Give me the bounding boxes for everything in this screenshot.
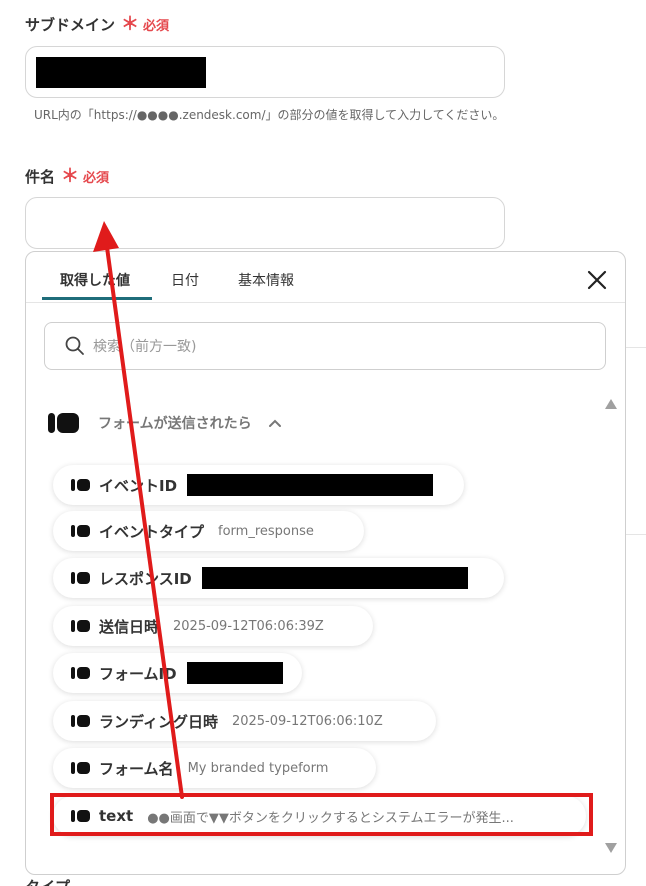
typeform-icon [71,715,90,727]
background-divider [626,534,646,535]
next-field-label: タイプ [25,876,70,886]
value-item-name: フォームID [99,664,177,683]
value-item-name: イベントタイプ [99,522,205,541]
value-item-name: 送信日時 [99,617,160,636]
value-item-event-type[interactable]: イベントタイプ form_response [53,511,364,551]
typeform-icon [71,572,90,584]
redacted-value [201,567,468,589]
value-item-value: My branded typeform [187,760,329,776]
value-item-form-name[interactable]: フォーム名 My branded typeform [53,748,376,788]
search-placeholder: 検索（前方一致) [93,339,197,355]
scroll-up-icon[interactable] [604,398,618,410]
value-picker-panel: 取得した値 日付 基本情報 検索（前方一致) フォームが送信されたら イベントI… [25,251,626,875]
background-divider [626,347,646,348]
required-mark: ＊ [121,13,140,35]
value-item-value: form_response [218,523,314,539]
typeform-icon [71,525,90,537]
value-item-value: 2025-09-12T06:06:39Z [173,618,324,634]
tab-divider [26,302,625,303]
group-title: フォームが送信されたら [98,416,252,432]
subject-label-text: 件名 [25,168,56,186]
redacted-value [186,662,283,684]
close-button[interactable] [585,268,609,292]
typeform-icon [71,479,90,491]
typeform-icon [71,762,90,774]
value-item-event-id[interactable]: イベントID [53,465,464,505]
value-item-response-id[interactable]: レスポンスID [53,558,504,598]
subdomain-label: サブドメイン ＊ 必須 [25,14,169,35]
tab-acquired-values[interactable]: 取得した値 [60,270,130,290]
search-input[interactable]: 検索（前方一致) [44,322,606,370]
typeform-icon [71,667,90,679]
active-tab-indicator [42,297,152,300]
typeform-icon [48,413,79,433]
tab-basic-info[interactable]: 基本情報 [238,270,294,290]
subject-input[interactable] [25,197,505,249]
required-text: 必須 [143,19,170,34]
value-item-name: ランディング日時 [99,712,218,731]
close-icon [587,270,607,290]
subdomain-label-text: サブドメイン [25,16,116,34]
required-mark: ＊ [61,165,80,187]
value-item-name: レスポンスID [99,569,192,588]
trigger-group-header[interactable]: フォームが送信されたら [48,412,282,434]
value-item-name: フォーム名 [99,759,174,778]
value-item-form-id[interactable]: フォームID [53,653,302,693]
typeform-icon [71,620,90,632]
value-item-name: イベントID [99,476,178,495]
redacted-value [36,57,206,88]
value-item-value: 2025-09-12T06:06:10Z [231,713,383,729]
subject-label: 件名 ＊ 必須 [25,166,109,187]
subdomain-help-text: URL内の「https://●●●●.zendesk.com/」の部分の値を取得… [34,108,505,122]
redacted-value [187,474,434,496]
required-text: 必須 [83,171,110,186]
value-item-submitted-at[interactable]: 送信日時 2025-09-12T06:06:39Z [53,606,373,646]
subdomain-input[interactable] [25,46,505,98]
annotation-highlight-box [50,793,593,836]
scroll-down-icon[interactable] [604,842,618,854]
chevron-up-icon [268,419,281,427]
search-icon [65,336,84,355]
value-item-landed-at[interactable]: ランディング日時 2025-09-12T06:06:10Z [53,701,436,741]
tab-date[interactable]: 日付 [171,270,199,290]
scrollbar-track[interactable] [599,422,611,832]
